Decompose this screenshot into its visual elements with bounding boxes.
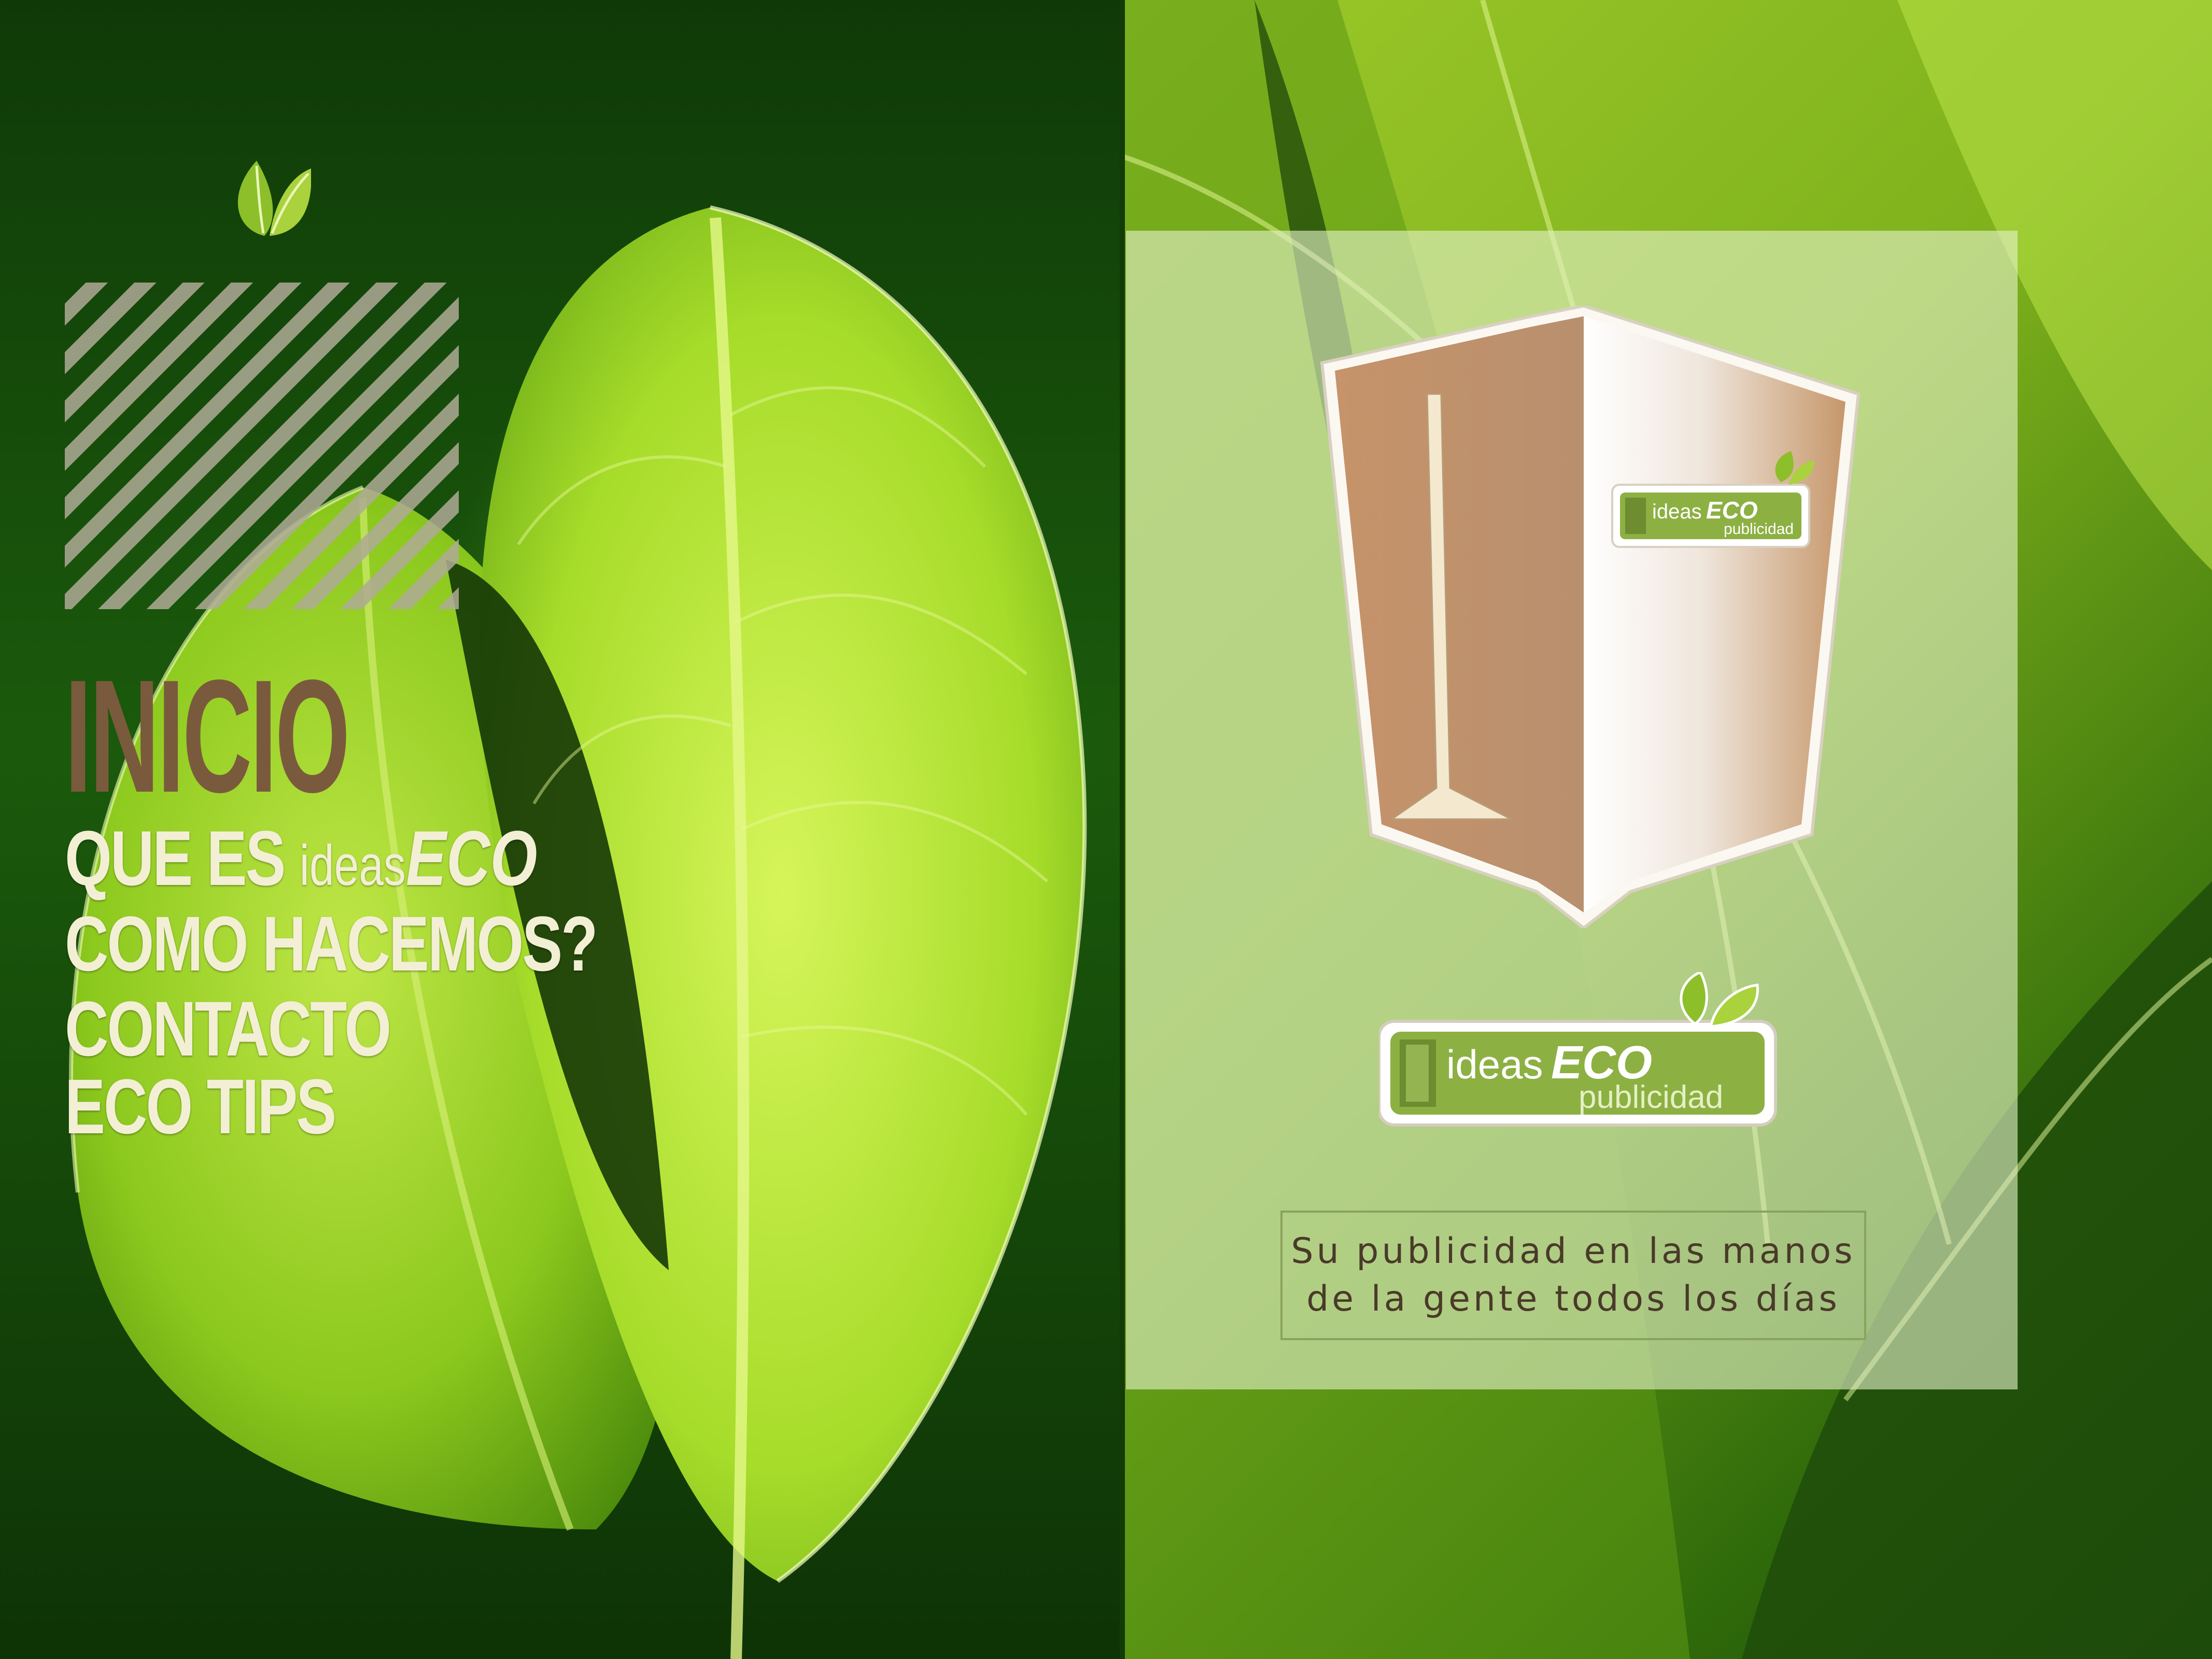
nav-item-que-es[interactable]: QUE ES ideasECO	[65, 819, 537, 905]
ideas-eco-wordmark: ideasECO	[300, 814, 538, 902]
ideas-eco-logo: ideas ECO publicidad	[1379, 972, 1777, 1127]
cup-label-eco: ECO	[1706, 497, 1758, 524]
panel-divider	[1120, 0, 1125, 1659]
logo-ideas-text: ideas	[1446, 1042, 1543, 1087]
leaf-icon	[237, 161, 311, 236]
wordmark-ideas: ideas	[299, 834, 406, 897]
nav-item-inicio[interactable]: INICIO	[65, 656, 376, 817]
main-nav: INICIO QUE ES ideasECO COMO HACEMOS? CON…	[65, 656, 598, 1146]
cup-label-ideas: ideas	[1652, 500, 1702, 523]
logo-sub-text: publicidad	[1579, 1079, 1723, 1115]
tagline-box: Su publicidad en las manos de la gente t…	[1280, 1211, 1866, 1340]
page: INICIO QUE ES ideasECO COMO HACEMOS? CON…	[0, 0, 2212, 1659]
decorative-stripes	[65, 283, 459, 609]
nav-item-eco-tips[interactable]: ECO TIPS	[65, 1067, 469, 1145]
nav-item-que-es-label: QUE ES	[65, 814, 300, 902]
paper-cup-icon: ideas ECO publicidad	[1320, 306, 1861, 928]
tagline-line-1: Su publicidad en las manos	[1291, 1231, 1856, 1272]
nav-item-contacto[interactable]: CONTACTO	[65, 990, 469, 1067]
wordmark-eco: ECO	[405, 814, 538, 902]
tagline-line-2: de la gente todos los días	[1306, 1278, 1840, 1319]
cup-label-sub: publicidad	[1724, 521, 1794, 538]
nav-item-como-hacemos[interactable]: COMO HACEMOS?	[65, 905, 598, 982]
